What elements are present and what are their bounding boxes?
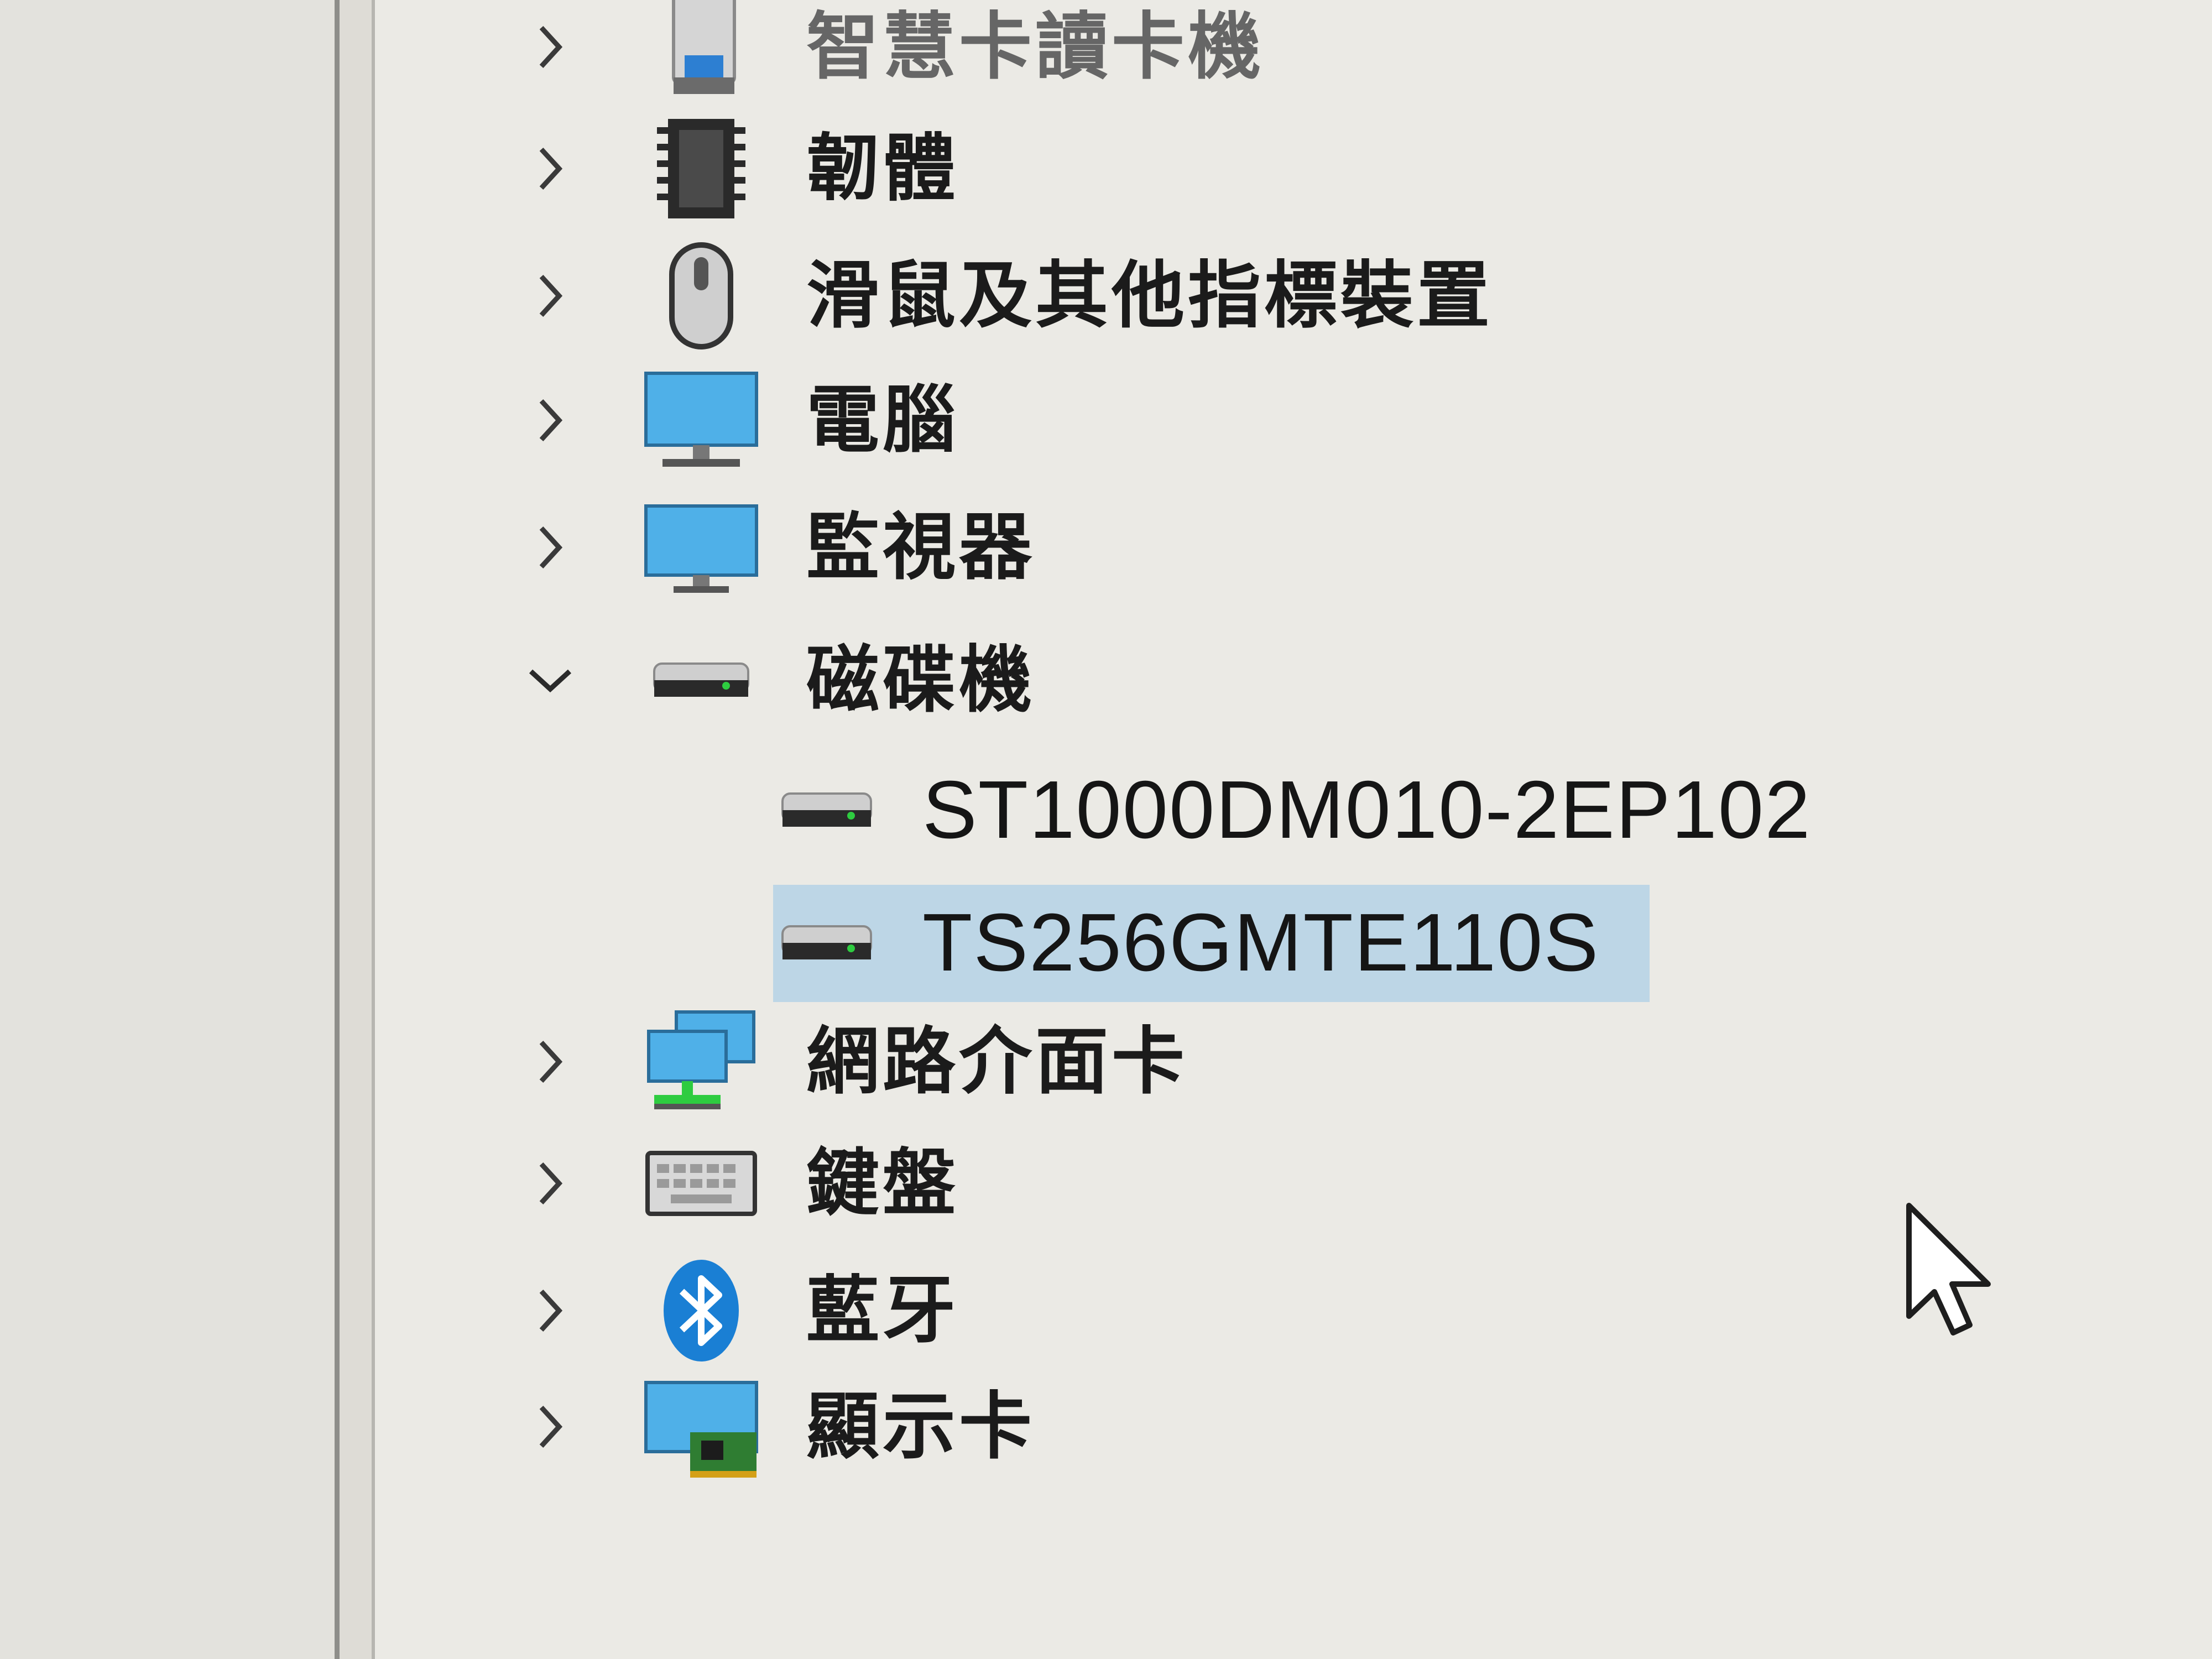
tree-item-computer[interactable]: 電腦 xyxy=(375,362,2212,478)
splitter-gap xyxy=(340,0,372,1659)
chevron-right-icon[interactable] xyxy=(525,1253,575,1369)
chevron-down-icon[interactable] xyxy=(525,622,575,738)
tree-item-disk-drives[interactable]: 磁碟機 xyxy=(375,622,2212,738)
chevron-right-icon[interactable] xyxy=(525,238,575,354)
network-adapter-icon xyxy=(640,1004,762,1120)
tree-item-label: 顯示卡 xyxy=(806,1384,1035,1469)
chevron-right-icon[interactable] xyxy=(525,1125,575,1241)
smart-card-reader-icon xyxy=(640,0,762,105)
tree-item-disk-st1000dm010[interactable]: ST1000DM010-2EP102 xyxy=(375,752,2212,868)
device-tree: 智慧卡讀卡機 韌體 滑鼠及其他指標裝置 電腦 監視器 磁碟機 ST1000DM0… xyxy=(375,0,2212,1659)
tree-item-disk-ts256gmte110s[interactable]: TS256GMTE110S xyxy=(375,885,2212,1001)
pane-splitter[interactable] xyxy=(335,0,340,1659)
tree-item-label: 鍵盤 xyxy=(806,1141,959,1226)
tree-item-display-adapters[interactable]: 顯示卡 xyxy=(375,1369,2212,1485)
tree-item-smart-card-reader[interactable]: 智慧卡讀卡機 xyxy=(375,0,2212,105)
disk-drive-icon xyxy=(640,622,762,738)
left-pane xyxy=(0,0,335,1659)
tree-item-monitors[interactable]: 監視器 xyxy=(375,489,2212,606)
tree-item-label: ST1000DM010-2EP102 xyxy=(922,764,1812,855)
chevron-right-icon[interactable] xyxy=(525,0,575,105)
chevron-right-icon[interactable] xyxy=(525,1369,575,1485)
disk-drive-icon xyxy=(769,885,885,1001)
monitor-icon xyxy=(640,489,762,606)
firmware-chip-icon xyxy=(640,111,762,227)
tree-item-label: 電腦 xyxy=(806,378,959,463)
bluetooth-icon xyxy=(640,1253,762,1369)
tree-item-label: TS256GMTE110S xyxy=(922,897,1600,988)
tree-item-label: 滑鼠及其他指標裝置 xyxy=(806,253,1493,338)
mouse-pointer-icon xyxy=(1902,1200,1996,1344)
tree-item-label: 藍牙 xyxy=(806,1268,959,1353)
chevron-right-icon[interactable] xyxy=(525,1004,575,1120)
chevron-right-icon[interactable] xyxy=(525,489,575,606)
keyboard-icon xyxy=(640,1125,762,1241)
disk-drive-icon xyxy=(769,752,885,868)
display-adapter-icon xyxy=(640,1369,762,1485)
tree-item-mice[interactable]: 滑鼠及其他指標裝置 xyxy=(375,238,2212,354)
tree-item-label: 智慧卡讀卡機 xyxy=(806,4,1264,90)
chevron-right-icon[interactable] xyxy=(525,111,575,227)
tree-item-network-adapters[interactable]: 網路介面卡 xyxy=(375,1004,2212,1120)
computer-icon xyxy=(640,362,762,478)
chevron-right-icon[interactable] xyxy=(525,362,575,478)
tree-item-label: 網路介面卡 xyxy=(806,1019,1188,1104)
tree-item-label: 監視器 xyxy=(806,505,1035,590)
tree-item-label: 韌體 xyxy=(806,126,959,211)
mouse-icon xyxy=(640,238,762,354)
tree-item-firmware[interactable]: 韌體 xyxy=(375,111,2212,227)
tree-item-label: 磁碟機 xyxy=(806,638,1035,723)
